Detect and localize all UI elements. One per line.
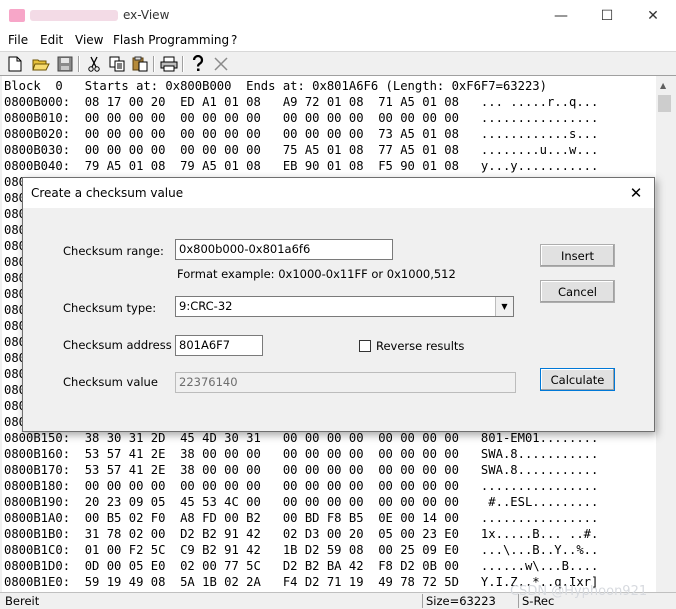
scroll-up-icon[interactable]: ▲: [660, 81, 666, 90]
menu-help[interactable]: ?: [231, 33, 237, 47]
hex-row: 0800B1C0: 01 00 F2 5C C9 B2 91 42 1B D2 …: [4, 543, 599, 557]
calculate-button[interactable]: Calculate: [540, 368, 615, 391]
hex-row: 0800B1D0: 0D 00 05 E0 02 00 77 5C D2 B2 …: [4, 559, 599, 573]
open-icon[interactable]: [31, 54, 51, 74]
hex-row: 0800B1B0: 31 78 02 00 D2 B2 91 42 02 D3 …: [4, 527, 599, 541]
cancel-button[interactable]: Cancel: [540, 280, 615, 303]
copy-icon[interactable]: [107, 54, 127, 74]
chevron-down-icon[interactable]: ▼: [495, 297, 513, 316]
toolbar: [0, 51, 676, 76]
blurred-title-prefix: [30, 10, 118, 21]
hex-row: 0800B1A0: 00 B5 02 F0 A8 FD 00 B2 00 BD …: [4, 511, 599, 525]
reverse-results-checkbox[interactable]: [359, 340, 371, 352]
hex-row: 0800B160: 53 57 41 2E 38 00 00 00 00 00 …: [4, 447, 599, 461]
hex-row: 0800B000: 08 17 00 20 ED A1 01 08 A9 72 …: [4, 95, 599, 109]
checksum-address-label: Checksum address: [63, 338, 172, 352]
hex-row: 0800B030: 00 00 00 00 00 00 00 00 75 A5 …: [4, 143, 599, 157]
title-bar: ex-View — ☐ ✕: [0, 0, 676, 31]
checksum-dialog: Create a checksum value ✕ Checksum range…: [22, 177, 655, 432]
hex-row: 0800B180: 00 00 00 00 00 00 00 00 00 00 …: [4, 479, 599, 493]
hex-header: Block 0 Starts at: 0x800B000 Ends at: 0x…: [4, 79, 547, 93]
checksum-range-input[interactable]: 0x800b000-0x801a6f6: [175, 239, 393, 260]
toolbar-separator: [78, 56, 80, 72]
maximize-button[interactable]: ☐: [584, 0, 630, 31]
format-example-text: Format example: 0x1000-0x11FF or 0x1000,…: [177, 267, 456, 281]
print-icon[interactable]: [159, 54, 179, 74]
close-icon[interactable]: [211, 54, 231, 74]
status-divider: [422, 594, 423, 608]
hex-row: 0800B150: 38 30 31 2D 45 4D 30 31 00 00 …: [4, 431, 599, 445]
checksum-value-label: Checksum value: [63, 375, 158, 389]
cut-icon[interactable]: [84, 54, 104, 74]
menu-flash-programming[interactable]: Flash Programming: [113, 33, 229, 47]
hex-row: 0800B190: 20 23 09 05 45 53 4C 00 00 00 …: [4, 495, 599, 509]
menu-view[interactable]: View: [75, 33, 103, 47]
help-icon[interactable]: [188, 54, 208, 74]
menu-bar: File Edit View Flash Programming ?: [0, 31, 676, 51]
scrollbar-thumb[interactable]: [658, 95, 671, 112]
status-text: Bereit: [5, 594, 40, 608]
reverse-results-label: Reverse results: [376, 339, 465, 353]
menu-file[interactable]: File: [8, 33, 28, 47]
dialog-close-icon[interactable]: ✕: [626, 183, 646, 203]
checksum-type-select[interactable]: 9:CRC-32 ▼: [175, 296, 514, 317]
checksum-address-input[interactable]: 801A6F7: [175, 335, 263, 356]
toolbar-separator: [182, 56, 184, 72]
insert-button[interactable]: Insert: [540, 244, 615, 267]
menu-edit[interactable]: Edit: [40, 33, 63, 47]
watermark: CSDN @Hyphoon921: [510, 584, 648, 599]
vertical-scrollbar[interactable]: ▲: [656, 76, 673, 592]
checksum-type-value: 9:CRC-32: [179, 299, 233, 313]
app-icon: [9, 9, 25, 22]
status-size: Size=63223: [426, 594, 496, 608]
checksum-value-field: 22376140: [175, 372, 516, 393]
checksum-type-label: Checksum type:: [63, 301, 157, 315]
toolbar-separator: [153, 56, 155, 72]
minimize-button[interactable]: —: [538, 0, 584, 31]
dialog-title-bar: Create a checksum value ✕: [23, 178, 654, 208]
checksum-range-label: Checksum range:: [63, 244, 164, 258]
dialog-title: Create a checksum value: [31, 186, 184, 200]
save-icon[interactable]: [55, 54, 75, 74]
hex-row: 0800B020: 00 00 00 00 00 00 00 00 00 00 …: [4, 127, 599, 141]
hex-row: 0800B040: 79 A5 01 08 79 A5 01 08 EB 90 …: [4, 159, 599, 173]
paste-icon[interactable]: [130, 54, 150, 74]
close-window-button[interactable]: ✕: [630, 0, 676, 31]
new-icon[interactable]: [5, 54, 25, 74]
window-title: ex-View: [123, 8, 170, 22]
hex-row: 0800B170: 53 57 41 2E 38 00 00 00 00 00 …: [4, 463, 599, 477]
hex-row: 0800B010: 00 00 00 00 00 00 00 00 00 00 …: [4, 111, 599, 125]
